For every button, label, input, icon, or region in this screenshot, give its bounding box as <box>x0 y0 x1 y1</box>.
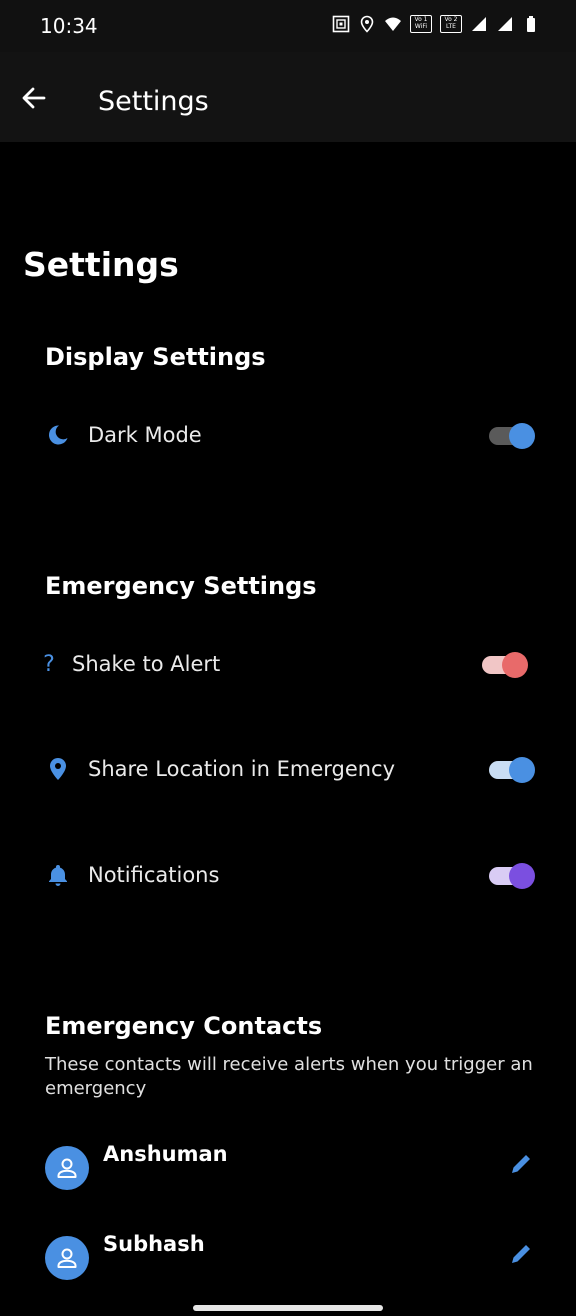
status-time: 10:34 <box>40 14 98 38</box>
shake-to-alert-row[interactable]: ? Shake to Alert <box>38 644 528 684</box>
shake-to-alert-label: Shake to Alert <box>72 652 221 676</box>
emergency-contacts-heading: Emergency Contacts <box>45 1012 323 1040</box>
bell-icon <box>45 862 71 888</box>
signal-icon <box>498 17 512 31</box>
emergency-settings-heading: Emergency Settings <box>45 572 317 600</box>
arrow-left-icon[interactable] <box>20 84 48 112</box>
contact-item[interactable]: Subhash <box>45 1232 535 1286</box>
shake-to-alert-toggle[interactable] <box>482 652 528 678</box>
toggle-knob <box>509 423 535 449</box>
dark-mode-row[interactable]: Dark Mode <box>45 415 535 455</box>
battery-icon <box>527 16 535 32</box>
wifi-icon <box>385 17 401 31</box>
location-pin-icon <box>45 756 71 782</box>
signal-icon <box>472 17 486 31</box>
emergency-contacts-description: These contacts will receive alerts when … <box>45 1054 533 1099</box>
contact-item[interactable]: Anshuman <box>45 1142 535 1196</box>
notifications-label: Notifications <box>88 863 220 887</box>
moon-icon <box>45 422 71 448</box>
location-icon <box>360 15 374 33</box>
share-location-label: Share Location in Emergency <box>88 757 396 781</box>
edit-icon[interactable] <box>507 1240 535 1268</box>
dark-mode-label: Dark Mode <box>88 423 202 447</box>
home-indicator[interactable] <box>193 1305 383 1311</box>
status-icons: Vo 1 WiFi Vo 2 LTE <box>332 15 540 33</box>
edit-icon[interactable] <box>507 1150 535 1178</box>
contact-name: Subhash <box>103 1232 205 1256</box>
app-bar: Settings <box>0 52 576 142</box>
contact-name: Anshuman <box>103 1142 228 1166</box>
display-settings-heading: Display Settings <box>45 343 266 371</box>
volte-lte-icon: Vo 2 LTE <box>440 15 462 33</box>
avatar <box>45 1236 89 1280</box>
toggle-knob <box>502 652 528 678</box>
person-icon <box>57 1158 77 1178</box>
question-icon: ? <box>43 651 55 677</box>
notifications-toggle[interactable] <box>489 863 535 889</box>
dark-mode-toggle[interactable] <box>489 423 535 449</box>
page-title: Settings <box>23 245 179 284</box>
avatar <box>45 1146 89 1190</box>
toggle-knob <box>509 757 535 783</box>
person-icon <box>57 1248 77 1268</box>
status-bar: 10:34 Vo 1 WiFi Vo 2 LTE <box>0 0 576 52</box>
share-location-row[interactable]: Share Location in Emergency <box>45 749 535 789</box>
nfc-icon <box>332 15 350 33</box>
notifications-row[interactable]: Notifications <box>45 855 535 895</box>
share-location-toggle[interactable] <box>489 757 535 783</box>
app-bar-title: Settings <box>98 86 209 117</box>
volte-wifi-icon: Vo 1 WiFi <box>410 15 432 33</box>
toggle-knob <box>509 863 535 889</box>
